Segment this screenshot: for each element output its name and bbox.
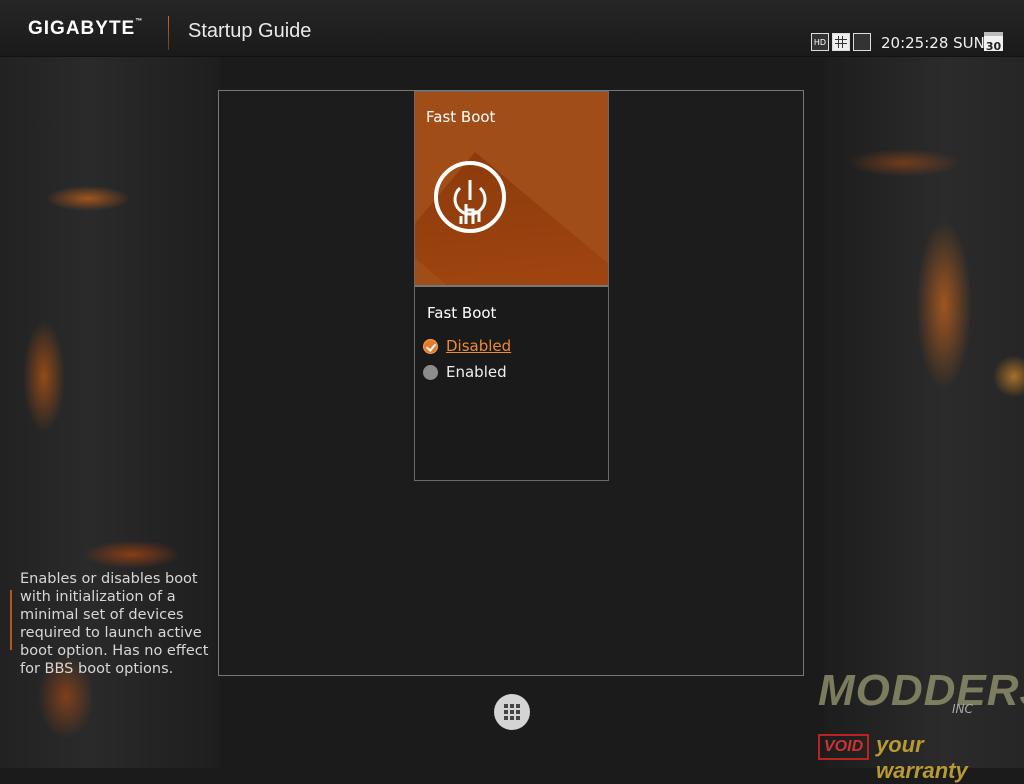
fast-boot-card: Fast Boot Fast Boot Disabled Enabled: [414, 91, 609, 481]
top-header: GIGABYTE™ Startup Guide HD 20:25:28 SUN …: [0, 0, 1024, 57]
tile-label: Fast Boot: [426, 108, 496, 126]
radio-checked-icon[interactable]: [423, 338, 438, 354]
window-icon[interactable]: [853, 33, 871, 51]
radio-unchecked-icon[interactable]: [423, 364, 438, 380]
option-disabled[interactable]: Disabled: [423, 337, 511, 355]
watermark-title: MODDERS: [818, 666, 1024, 715]
fast-boot-tile[interactable]: Fast Boot: [415, 92, 608, 286]
clock: 20:25:28 SUN: [881, 34, 985, 52]
help-text: Enables or disables boot with initializa…: [20, 571, 209, 677]
option-enabled[interactable]: Enabled: [423, 363, 507, 381]
hd-icon[interactable]: HD: [811, 33, 829, 51]
header-separator: [168, 16, 169, 50]
option-enabled-label[interactable]: Enabled: [446, 363, 507, 381]
option-title: Fast Boot: [427, 304, 497, 322]
power-touch-icon: [434, 161, 506, 233]
calendar-icon: 30: [984, 32, 1003, 53]
brand-logo: GIGABYTE™: [28, 18, 144, 39]
grid-view-icon[interactable]: [832, 33, 850, 51]
page-title: Startup Guide: [188, 20, 312, 42]
watermark-tagline: your warranty: [876, 732, 968, 783]
watermark-void: VOID: [818, 734, 870, 760]
card-divider: [415, 285, 608, 287]
grid-menu-icon: [504, 704, 520, 720]
watermark-inc: INC: [952, 702, 973, 716]
help-accent-bar: [10, 590, 12, 650]
watermark-logo: MODDERS INC VOID your warranty: [812, 666, 1024, 783]
menu-button[interactable]: [494, 694, 530, 730]
header-icon-bar: HD: [811, 33, 871, 51]
option-disabled-label[interactable]: Disabled: [446, 337, 511, 355]
lava-background-right: [824, 56, 1024, 768]
